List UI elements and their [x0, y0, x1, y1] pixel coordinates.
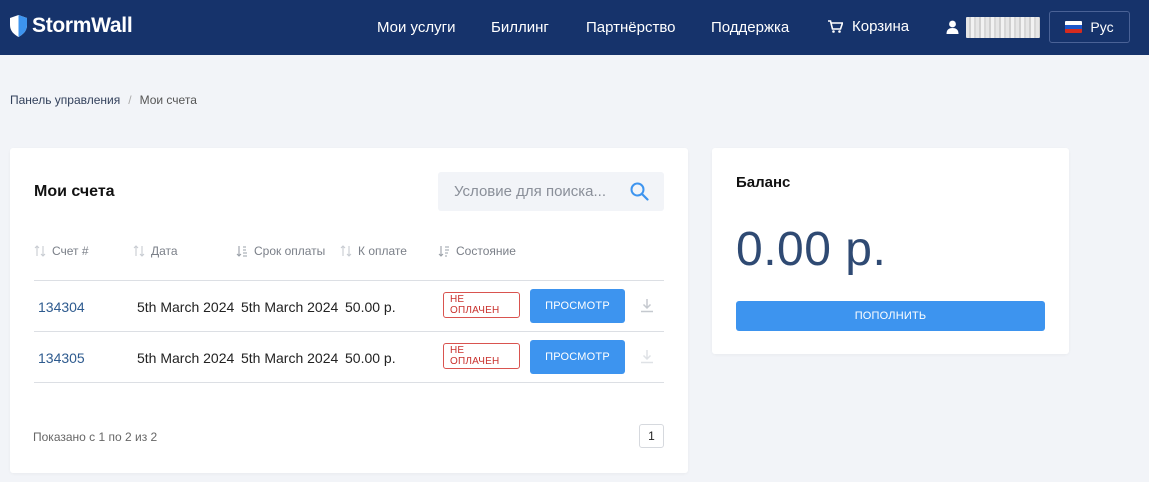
- sort-ascending-icon: [236, 246, 247, 257]
- invoices-panel: Мои счета Счет # Дата Срок оплаты К опла…: [10, 148, 688, 473]
- invoice-amount: 50.00 р.: [345, 299, 396, 315]
- search-input[interactable]: [438, 172, 628, 211]
- column-label: К оплате: [358, 244, 407, 258]
- column-header-status[interactable]: Состояние: [438, 244, 516, 258]
- column-header-invoice-number[interactable]: Счет #: [34, 244, 89, 258]
- cart-icon: [828, 20, 843, 33]
- column-label: Дата: [151, 244, 178, 258]
- download-icon[interactable]: [640, 298, 654, 313]
- sort-icon: [34, 245, 46, 257]
- column-label: Срок оплаты: [254, 244, 326, 258]
- download-icon[interactable]: [640, 349, 654, 364]
- brand-name: StormWall: [32, 14, 133, 37]
- user-icon[interactable]: [946, 20, 959, 34]
- view-invoice-button[interactable]: ПРОСМОТР: [530, 340, 625, 374]
- top-navigation-bar: StormWall Мои услуги Биллинг Партнёрство…: [0, 0, 1149, 55]
- invoice-due-date: 5th March 2024: [241, 299, 339, 315]
- pagination-summary: Показано с 1 по 2 из 2: [33, 430, 158, 444]
- sort-icon: [133, 245, 145, 257]
- invoices-title: Мои счета: [34, 183, 115, 200]
- invoice-amount: 50.00 р.: [345, 350, 396, 366]
- column-label: Состояние: [456, 244, 516, 258]
- table-divider: [34, 382, 664, 383]
- balance-title: Баланс: [736, 174, 791, 191]
- nav-my-services[interactable]: Мои услуги: [377, 19, 456, 36]
- pagination-page-button[interactable]: 1: [639, 424, 664, 448]
- sort-icon: [340, 245, 352, 257]
- breadcrumb: Панель управления / Мои счета: [10, 93, 197, 107]
- nav-partnership[interactable]: Партнёрство: [586, 19, 676, 36]
- nav-billing[interactable]: Биллинг: [491, 19, 549, 36]
- balance-amount: 0.00 р.: [736, 223, 887, 276]
- status-badge-unpaid: НЕ ОПЛАЧЕН: [443, 343, 520, 369]
- russia-flag-icon: [1065, 21, 1083, 33]
- username-redacted[interactable]: [966, 17, 1040, 38]
- language-label: Рус: [1090, 19, 1114, 35]
- status-badge-unpaid: НЕ ОПЛАЧЕН: [443, 292, 520, 318]
- breadcrumb-separator: /: [128, 93, 132, 107]
- invoice-number-link[interactable]: 134305: [38, 350, 85, 366]
- top-up-button[interactable]: ПОПОЛНИТЬ: [736, 301, 1045, 331]
- invoice-number-link[interactable]: 134304: [38, 299, 85, 315]
- stormwall-logo[interactable]: StormWall: [10, 14, 133, 38]
- column-header-amount-due[interactable]: К оплате: [340, 244, 407, 258]
- language-switcher[interactable]: Рус: [1049, 11, 1130, 43]
- nav-cart[interactable]: Корзина: [828, 18, 909, 35]
- table-divider: [34, 280, 664, 281]
- search-box: [438, 172, 664, 211]
- invoice-date: 5th March 2024: [137, 299, 235, 315]
- table-divider: [34, 331, 664, 332]
- invoice-date: 5th March 2024: [137, 350, 235, 366]
- invoice-due-date: 5th March 2024: [241, 350, 339, 366]
- column-label: Счет #: [52, 244, 89, 258]
- column-header-due-date[interactable]: Срок оплаты: [236, 244, 325, 258]
- sort-descending-icon: [438, 246, 449, 257]
- nav-support[interactable]: Поддержка: [711, 19, 789, 36]
- cart-label: Корзина: [852, 18, 910, 35]
- breadcrumb-current: Мои счета: [139, 93, 197, 107]
- column-header-date[interactable]: Дата: [133, 244, 178, 258]
- shield-logo-icon: [10, 15, 27, 37]
- view-invoice-button[interactable]: ПРОСМОТР: [530, 289, 625, 323]
- balance-panel: Баланс 0.00 р. ПОПОЛНИТЬ: [712, 148, 1069, 354]
- search-icon[interactable]: [630, 182, 649, 201]
- breadcrumb-dashboard-link[interactable]: Панель управления: [10, 93, 120, 107]
